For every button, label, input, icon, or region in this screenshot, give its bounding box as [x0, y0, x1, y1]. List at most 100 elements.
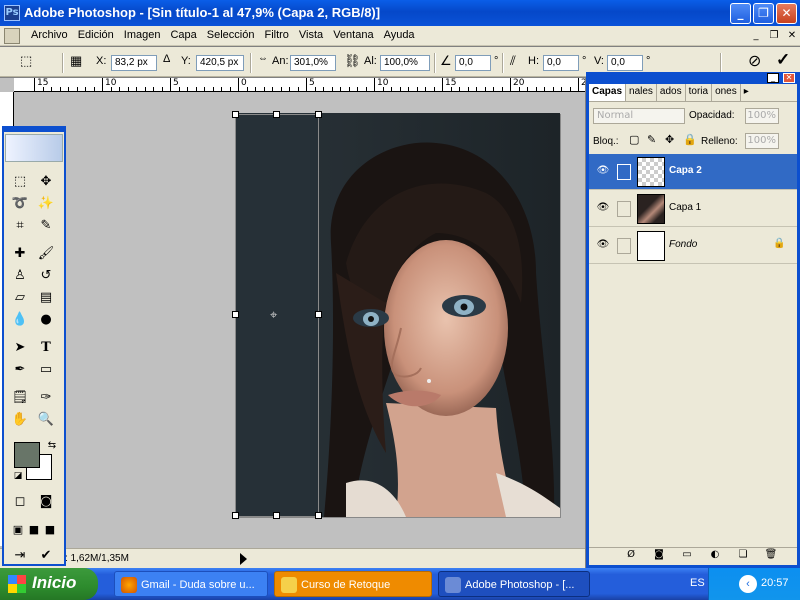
panel-close-icon[interactable]: ✕	[783, 73, 795, 83]
adjustment-layer-icon[interactable]: ◐	[707, 549, 723, 563]
marquee-tool-icon[interactable]: ⬚	[10, 172, 30, 192]
visibility-eye-icon[interactable]: 👁	[595, 165, 611, 177]
zoom-tool-icon[interactable]: 🔍	[36, 410, 56, 430]
tab-acciones[interactable]: ones	[712, 84, 741, 101]
jump-to-imageready-icon[interactable]: ⇥	[10, 546, 30, 566]
reference-point-icon[interactable]: ▦	[70, 53, 82, 69]
start-button[interactable]: Inicio	[0, 568, 98, 600]
magic-wand-icon[interactable]: ✨	[36, 194, 56, 214]
transform-handle[interactable]	[273, 111, 280, 118]
transform-handle[interactable]	[273, 512, 280, 519]
slice-tool-icon[interactable]: ✎	[36, 216, 56, 236]
edit-in-imageready-icon[interactable]: ✔	[36, 546, 56, 566]
transform-center-icon[interactable]: ⌖	[270, 308, 277, 323]
new-group-icon[interactable]: ▭	[679, 549, 695, 563]
layer-name[interactable]: Capa 1	[669, 202, 701, 213]
panel-minimize-icon[interactable]: _	[767, 73, 779, 83]
panel-menu-arrow-icon[interactable]: ▸	[741, 84, 752, 101]
photoshop-feather-logo[interactable]	[5, 134, 63, 162]
add-mask-icon[interactable]: ◙	[651, 549, 667, 563]
layer-row-capa-1[interactable]: 👁 Capa 1	[589, 191, 797, 227]
foreground-color-swatch[interactable]	[14, 442, 40, 468]
dodge-tool-icon[interactable]: ●	[36, 310, 56, 330]
menu-ventana[interactable]: Ventana	[328, 28, 378, 43]
transform-handle[interactable]	[315, 111, 322, 118]
standard-mode-icon[interactable]: ◻	[10, 492, 30, 512]
menu-seleccion[interactable]: Selección	[202, 28, 260, 43]
transform-handle[interactable]	[232, 512, 239, 519]
move-tool-icon[interactable]: ✥	[36, 172, 56, 192]
close-button[interactable]: ✕	[776, 3, 797, 24]
y-field[interactable]: 420,5 px	[196, 55, 244, 71]
tab-trazados[interactable]: ados	[657, 84, 686, 101]
layer-link-icon[interactable]	[617, 201, 631, 217]
lock-transparency-icon[interactable]: ▢	[629, 133, 639, 146]
new-layer-icon[interactable]: ❏	[735, 549, 751, 563]
doc-minimize-icon[interactable]: _	[748, 29, 764, 43]
doc-close-icon[interactable]: ✕	[784, 29, 800, 43]
tab-historia[interactable]: toria	[686, 84, 713, 101]
height-field[interactable]: 100,0%	[380, 55, 430, 71]
minimize-button[interactable]: _	[730, 3, 751, 24]
vskew-field[interactable]: 0,0	[607, 55, 643, 71]
transform-handle[interactable]	[315, 512, 322, 519]
menu-archivo[interactable]: Archivo	[26, 28, 73, 43]
menu-capa[interactable]: Capa	[165, 28, 201, 43]
layer-brush-link-icon[interactable]	[617, 164, 631, 180]
menu-imagen[interactable]: Imagen	[119, 28, 166, 43]
x-field[interactable]: 83,2 px	[111, 55, 157, 71]
layer-link-icon[interactable]	[617, 238, 631, 254]
width-field[interactable]: 301,0%	[290, 55, 336, 71]
restore-button[interactable]: ❐	[753, 3, 774, 24]
history-brush-icon[interactable]: ↺	[36, 266, 56, 286]
doc-restore-icon[interactable]: ❐	[766, 29, 782, 43]
transform-handle[interactable]	[232, 111, 239, 118]
layer-row-capa-2[interactable]: 👁 Capa 2	[589, 154, 797, 190]
healing-brush-icon[interactable]: ✚	[10, 244, 30, 264]
menu-edicion[interactable]: Edición	[73, 28, 119, 43]
screen-mode-full-icon[interactable]: ■	[40, 520, 60, 540]
gradient-tool-icon[interactable]: ▤	[36, 288, 56, 308]
layer-row-fondo[interactable]: 👁 Fondo 🔒	[589, 228, 797, 264]
blend-mode-select[interactable]: Normal	[593, 108, 685, 124]
taskbar-folder-button[interactable]: Curso de Retoque	[274, 571, 432, 597]
transform-handle[interactable]	[315, 311, 322, 318]
layer-name[interactable]: Capa 2	[669, 165, 702, 176]
swap-colors-icon[interactable]: ⇆	[42, 436, 62, 456]
document-icon[interactable]	[4, 28, 20, 44]
angle-field[interactable]: 0,0	[455, 55, 491, 71]
menu-ayuda[interactable]: Ayuda	[379, 28, 420, 43]
visibility-eye-icon[interactable]: 👁	[595, 239, 611, 251]
notes-tool-icon[interactable]: 🗒	[10, 388, 30, 408]
hand-tool-icon[interactable]: ✋	[10, 410, 30, 430]
cancel-transform-icon[interactable]: ⊘	[748, 51, 761, 71]
type-tool-icon[interactable]: T	[36, 338, 56, 358]
fill-field[interactable]: 100%	[745, 133, 779, 149]
visibility-eye-icon[interactable]: 👁	[595, 202, 611, 214]
brush-tool-icon[interactable]: 🖌	[36, 244, 56, 264]
delta-icon[interactable]: Δ	[163, 53, 170, 65]
shape-tool-icon[interactable]: ▭	[36, 360, 56, 380]
link-proportions-icon[interactable]: ⛓	[344, 53, 361, 69]
lasso-tool-icon[interactable]: ➰	[10, 194, 30, 214]
blur-tool-icon[interactable]: 💧	[10, 310, 30, 330]
eyedropper-icon[interactable]: ✑	[36, 388, 56, 408]
opacity-field[interactable]: 100%	[745, 108, 779, 124]
tray-arrow-icon[interactable]: ‹	[739, 575, 757, 593]
commit-transform-icon[interactable]: ✓	[776, 50, 790, 70]
menu-vista[interactable]: Vista	[294, 28, 328, 43]
taskbar-photoshop-button[interactable]: Adobe Photoshop - [...	[438, 571, 590, 597]
eraser-tool-icon[interactable]: ▱	[10, 288, 30, 308]
taskbar-gmail-button[interactable]: Gmail - Duda sobre u...	[114, 571, 268, 597]
lock-image-icon[interactable]: ✎	[647, 133, 656, 146]
default-colors-icon[interactable]: ◪	[8, 466, 28, 486]
status-menu-arrow-icon[interactable]	[240, 553, 247, 565]
clone-stamp-icon[interactable]: ♙	[10, 266, 30, 286]
tab-canales[interactable]: nales	[626, 84, 657, 101]
quick-mask-icon[interactable]: ◙	[36, 492, 56, 512]
language-indicator[interactable]: ES	[690, 577, 705, 589]
lock-position-icon[interactable]: ✥	[665, 133, 674, 146]
path-selection-icon[interactable]: ➤	[10, 338, 30, 358]
pen-tool-icon[interactable]: ✒	[10, 360, 30, 380]
hskew-field[interactable]: 0,0	[543, 55, 579, 71]
